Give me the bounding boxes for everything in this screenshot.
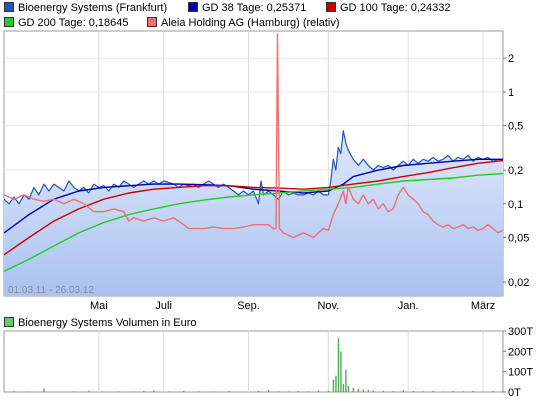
volume-bar — [492, 390, 494, 392]
volume-bar — [168, 391, 170, 392]
x-tick-label: Nov. — [317, 300, 339, 312]
y-tick-label: 2 — [508, 53, 514, 65]
volume-bar — [382, 390, 385, 392]
volume-bar — [372, 390, 375, 392]
volume-bar — [143, 390, 145, 392]
volume-y-tick-label: 300T — [508, 326, 533, 338]
volume-bar — [340, 351, 342, 392]
x-tick-label: Jan. — [398, 300, 419, 312]
volume-bar — [267, 389, 270, 392]
volume-bar — [257, 390, 260, 392]
volume-bar — [58, 391, 60, 393]
date-range-label: 01.03.11 - 26.03.12 — [8, 285, 94, 296]
x-tick-label: Juli — [155, 300, 172, 312]
volume-bar — [345, 369, 347, 392]
volume-bar — [317, 390, 320, 392]
volume-legend-swatch — [4, 317, 14, 328]
volume-bar — [342, 383, 345, 392]
volume-y-tick-label: 200T — [508, 346, 533, 358]
volume-bar — [452, 390, 454, 392]
y-tick-label: 1 — [508, 87, 514, 99]
volume-bar — [242, 391, 245, 393]
volume-bar — [73, 391, 75, 392]
volume-bar — [103, 391, 105, 393]
volume-bar — [482, 391, 484, 392]
volume-bar — [362, 389, 365, 392]
volume-bar — [88, 390, 90, 392]
volume-bar — [133, 391, 135, 392]
x-tick-label: März — [471, 300, 495, 312]
volume-bar — [183, 390, 185, 392]
x-tick-label: Mai — [90, 300, 108, 312]
x-tick-label: Sep. — [237, 300, 260, 312]
volume-bar — [367, 389, 370, 392]
y-tick-label: 0,1 — [508, 199, 523, 211]
y-tick-label: 0,2 — [508, 165, 523, 177]
volume-bar — [332, 379, 335, 392]
volume-bar — [357, 388, 360, 392]
volume-bar — [307, 391, 310, 392]
volume-bar — [412, 390, 414, 392]
volume-y-tick-label: 0T — [508, 387, 521, 399]
price-chart: 01.03.11 - 26.03.12 2 1 0,5 0,2 0,1 0,05 0,02 Ma… — [3, 30, 533, 399]
volume-bar — [13, 391, 15, 392]
volume-bar — [118, 391, 120, 392]
y-tick-label: 0,02 — [508, 277, 529, 289]
volume-bar — [392, 390, 395, 392]
y-tick-label: 0,5 — [508, 121, 523, 133]
volume-bar — [432, 390, 434, 392]
volume-bar — [277, 391, 280, 392]
volume-bar — [287, 391, 290, 392]
volume-bar — [352, 387, 355, 392]
volume-bar — [227, 390, 230, 392]
volume-legend: Bioenergy Systems Volumen in Euro — [4, 317, 197, 330]
volume-bar — [335, 375, 337, 392]
volume-bar — [43, 388, 45, 392]
volume-plot-frame — [3, 330, 504, 393]
volume-bar — [153, 390, 155, 392]
volume-bar — [212, 391, 215, 392]
volume-bar — [422, 391, 424, 392]
volume-bar — [198, 391, 200, 392]
y-tick-label: 0,05 — [508, 232, 529, 244]
volume-bar — [337, 338, 340, 392]
volume-bar — [472, 390, 474, 392]
volume-y-tick-label: 100T — [508, 367, 533, 379]
volume-bar — [297, 390, 300, 392]
volume-bar — [28, 391, 30, 392]
volume-bar — [442, 391, 444, 392]
volume-bar — [402, 390, 404, 392]
volume-bar — [347, 385, 350, 392]
volume-bar — [327, 390, 330, 392]
volume-bar — [462, 391, 464, 392]
